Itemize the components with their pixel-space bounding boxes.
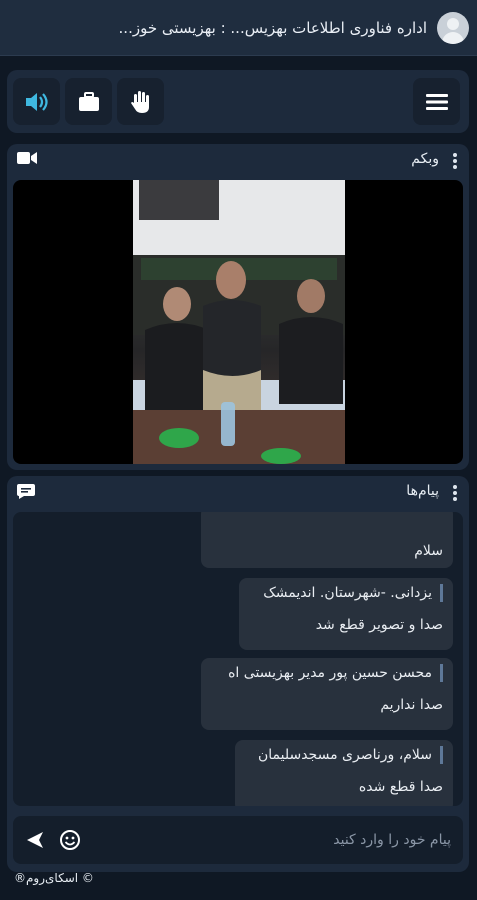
- webcam-options-icon[interactable]: [453, 153, 457, 169]
- raise-hand-icon: [130, 90, 149, 113]
- message-text: صدا و تصویر قطع شد: [315, 617, 443, 633]
- message-input[interactable]: [99, 832, 451, 848]
- toolbar: [7, 70, 469, 133]
- message-bubble: سلام، ورناصری مسجدسلیمان صدا قطع شده: [235, 740, 453, 806]
- message-text: صدا نداریم: [380, 697, 443, 713]
- raise-hand-button[interactable]: [117, 78, 164, 125]
- message-sender: محسن حسین پور مدیر بهزیستی اه: [211, 664, 443, 682]
- video-area: [13, 180, 463, 464]
- chat-options-icon[interactable]: [453, 485, 457, 501]
- menu-button[interactable]: [413, 78, 460, 125]
- message-list[interactable]: سلام یزدانی. -شهرستان. اندیمشک صدا و تصو…: [13, 512, 463, 806]
- message-text: سلام: [414, 543, 443, 559]
- message-bubble: یزدانی. -شهرستان. اندیمشک صدا و تصویر قط…: [239, 578, 453, 650]
- webcam-title: وبکم: [411, 151, 439, 167]
- chat-header: پیام‌ها: [7, 476, 469, 508]
- message-bubble: سلام: [201, 512, 453, 568]
- chat-bubble-icon: [17, 484, 35, 499]
- footer-copyright: ®اسکای‌روم ©: [14, 871, 94, 885]
- briefcase-icon: [78, 91, 99, 111]
- message-sender: سلام، ورناصری مسجدسلیمان: [245, 746, 443, 764]
- user-avatar[interactable]: [437, 11, 469, 44]
- emoji-icon[interactable]: [59, 829, 81, 851]
- webcam-panel: وبکم: [7, 144, 469, 470]
- message-text: صدا قطع شده: [358, 779, 443, 795]
- send-icon[interactable]: [25, 830, 45, 850]
- room-title: اداره فناوری اطلاعات بهزیس... : بهزیستی …: [118, 18, 427, 37]
- briefcase-button[interactable]: [65, 78, 112, 125]
- speaker-button[interactable]: [13, 78, 60, 125]
- hamburger-menu-icon: [425, 93, 448, 110]
- message-bubble: محسن حسین پور مدیر بهزیستی اه صدا نداریم: [201, 658, 453, 730]
- chat-title: پیام‌ها: [406, 483, 439, 499]
- webcam-video: [133, 180, 345, 464]
- message-input-bar: [13, 816, 463, 864]
- video-camera-icon: [17, 152, 37, 164]
- speaker-icon: [25, 92, 48, 111]
- webcam-header: وبکم: [7, 144, 469, 176]
- top-header: اداره فناوری اطلاعات بهزیس... : بهزیستی …: [0, 0, 477, 56]
- message-sender: یزدانی. -شهرستان. اندیمشک: [249, 584, 443, 602]
- chat-panel: پیام‌ها سلام یزدانی. -شهرستان. اندیمشک ص…: [7, 476, 469, 872]
